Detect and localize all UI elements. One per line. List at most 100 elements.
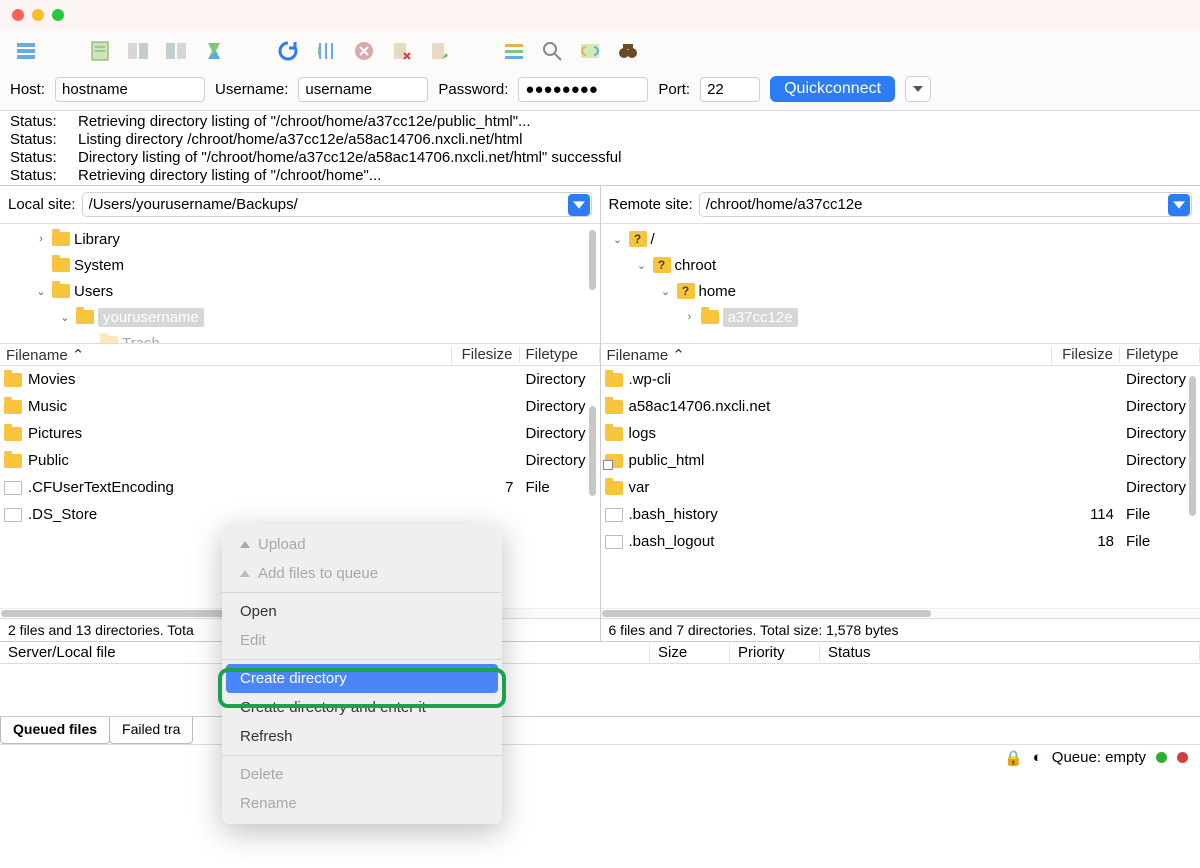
toggle-queue-icon[interactable] xyxy=(198,35,230,67)
scrollbar-thumb[interactable] xyxy=(589,230,596,290)
tree-item[interactable]: ⌄? chroot xyxy=(601,252,1200,278)
tree-item[interactable]: System xyxy=(0,252,600,278)
compare-icon[interactable] xyxy=(574,35,606,67)
file-icon xyxy=(4,481,22,495)
column-filetype[interactable]: Filetype xyxy=(1120,346,1200,363)
column-filesize[interactable]: Filesize xyxy=(1052,346,1120,363)
queue-header[interactable]: Server/Local file Size Priority Status xyxy=(0,642,1200,664)
menu-add-to-queue[interactable]: Add files to queue xyxy=(222,559,502,588)
queue-body[interactable] xyxy=(0,664,1200,716)
file-row[interactable]: MusicDirectory xyxy=(0,393,600,420)
expand-chevron-icon[interactable]: ⌄ xyxy=(34,285,48,298)
process-queue-icon[interactable] xyxy=(310,35,342,67)
tree-item[interactable]: ⌄ Users xyxy=(0,278,600,304)
tree-item[interactable]: › Library xyxy=(0,226,600,252)
minimize-window-button[interactable] xyxy=(32,9,44,21)
expand-chevron-icon[interactable]: ⌄ xyxy=(659,285,673,298)
refresh-icon[interactable] xyxy=(272,35,304,67)
message-log[interactable]: Status:Retrieving directory listing of "… xyxy=(0,111,1200,186)
host-input[interactable] xyxy=(55,77,205,102)
toggle-local-tree-icon[interactable] xyxy=(122,35,154,67)
file-row[interactable]: varDirectory xyxy=(601,474,1200,501)
site-manager-icon[interactable] xyxy=(10,35,42,67)
column-filesize[interactable]: Filesize xyxy=(452,346,520,363)
file-row[interactable]: PicturesDirectory xyxy=(0,420,600,447)
expand-chevron-icon[interactable]: ⌄ xyxy=(611,233,625,246)
remote-summary: 6 files and 7 directories. Total size: 1… xyxy=(601,618,1200,642)
titlebar xyxy=(0,0,1200,30)
tab-queued-files[interactable]: Queued files xyxy=(0,717,110,744)
menu-upload[interactable]: Upload xyxy=(222,530,502,559)
tree-item[interactable]: ⌄? home xyxy=(601,278,1200,304)
remote-hscroll[interactable] xyxy=(601,608,1200,618)
reconnect-icon[interactable] xyxy=(424,35,456,67)
remote-directory-tree[interactable]: ⌄? /⌄? chroot⌄? home› a37cc12e xyxy=(601,224,1200,344)
menu-create-directory-enter[interactable]: Create directory and enter it xyxy=(222,693,502,722)
menu-rename[interactable]: Rename xyxy=(222,789,502,818)
toggle-remote-tree-icon[interactable] xyxy=(160,35,192,67)
remote-file-header[interactable]: Filename⌃ Filesize Filetype xyxy=(601,344,1200,366)
queue-col-priority[interactable]: Priority xyxy=(730,644,820,661)
tree-item-label: Library xyxy=(74,231,120,248)
scrollbar-thumb[interactable] xyxy=(1189,376,1196,516)
tree-item[interactable]: Trash xyxy=(0,330,600,344)
local-site-dropdown[interactable] xyxy=(568,194,590,216)
file-type: Directory xyxy=(520,452,600,469)
menu-refresh[interactable]: Refresh xyxy=(222,722,502,751)
file-row[interactable]: PublicDirectory xyxy=(0,447,600,474)
menu-open[interactable]: Open xyxy=(222,597,502,626)
tree-item[interactable]: ⌄ yourusername xyxy=(0,304,600,330)
queue-col-status[interactable]: Status xyxy=(820,644,1200,661)
menu-edit[interactable]: Edit xyxy=(222,626,502,655)
quickconnect-button[interactable]: Quickconnect xyxy=(770,76,895,102)
remote-file-list[interactable]: .wp-cliDirectorya58ac14706.nxcli.netDire… xyxy=(601,366,1200,608)
status-bar: 🔒 ◐ Queue: empty xyxy=(0,744,1200,770)
tree-item[interactable]: ⌄? / xyxy=(601,226,1200,252)
port-input[interactable] xyxy=(700,77,760,102)
username-input[interactable] xyxy=(298,77,428,102)
scrollbar-thumb[interactable] xyxy=(589,406,596,496)
file-row[interactable]: .CFUserTextEncoding7File xyxy=(0,474,600,501)
local-directory-tree[interactable]: › Library System⌄ Users⌄ yourusername Tr… xyxy=(0,224,600,344)
quickconnect-history-dropdown[interactable] xyxy=(905,76,931,102)
remote-site-dropdown[interactable] xyxy=(1168,194,1190,216)
lock-icon[interactable]: 🔒 xyxy=(1004,749,1023,767)
local-site-input[interactable] xyxy=(82,192,592,217)
tab-failed-transfers[interactable]: Failed tra xyxy=(109,717,193,744)
speed-limit-icon[interactable]: ◐ xyxy=(1033,749,1042,766)
tree-item-label: / xyxy=(651,231,655,248)
file-row[interactable]: a58ac14706.nxcli.netDirectory xyxy=(601,393,1200,420)
expand-chevron-icon[interactable]: ⌄ xyxy=(58,311,72,324)
binoculars-icon[interactable] xyxy=(612,35,644,67)
tree-item[interactable]: › a37cc12e xyxy=(601,304,1200,330)
cancel-icon[interactable] xyxy=(348,35,380,67)
column-filename[interactable]: Filename xyxy=(607,347,669,364)
column-filetype[interactable]: Filetype xyxy=(520,346,600,363)
file-row[interactable]: logsDirectory xyxy=(601,420,1200,447)
expand-chevron-icon[interactable]: › xyxy=(34,233,48,245)
log-label: Status: xyxy=(10,167,62,185)
local-file-header[interactable]: Filename⌃ Filesize Filetype xyxy=(0,344,600,366)
file-row[interactable]: .wp-cliDirectory xyxy=(601,366,1200,393)
context-menu[interactable]: Upload Add files to queue Open Edit Crea… xyxy=(222,524,502,824)
tree-item-label: Users xyxy=(74,283,113,300)
file-row[interactable]: MoviesDirectory xyxy=(0,366,600,393)
expand-chevron-icon[interactable]: › xyxy=(683,311,697,323)
file-row[interactable]: .bash_logout18File xyxy=(601,528,1200,555)
close-window-button[interactable] xyxy=(12,9,24,21)
queue-col-size[interactable]: Size xyxy=(650,644,730,661)
toggle-log-icon[interactable] xyxy=(84,35,116,67)
file-row[interactable]: public_htmlDirectory xyxy=(601,447,1200,474)
menu-create-directory[interactable]: Create directory xyxy=(226,664,498,693)
filter-icon[interactable] xyxy=(498,35,530,67)
maximize-window-button[interactable] xyxy=(52,9,64,21)
remote-site-input[interactable] xyxy=(699,192,1192,217)
expand-chevron-icon[interactable]: ⌄ xyxy=(635,259,649,272)
password-input[interactable] xyxy=(518,77,648,102)
menu-delete[interactable]: Delete xyxy=(222,760,502,789)
search-icon[interactable] xyxy=(536,35,568,67)
file-name: logs xyxy=(629,425,1053,442)
column-filename[interactable]: Filename xyxy=(6,347,68,364)
file-row[interactable]: .bash_history114File xyxy=(601,501,1200,528)
disconnect-icon[interactable] xyxy=(386,35,418,67)
